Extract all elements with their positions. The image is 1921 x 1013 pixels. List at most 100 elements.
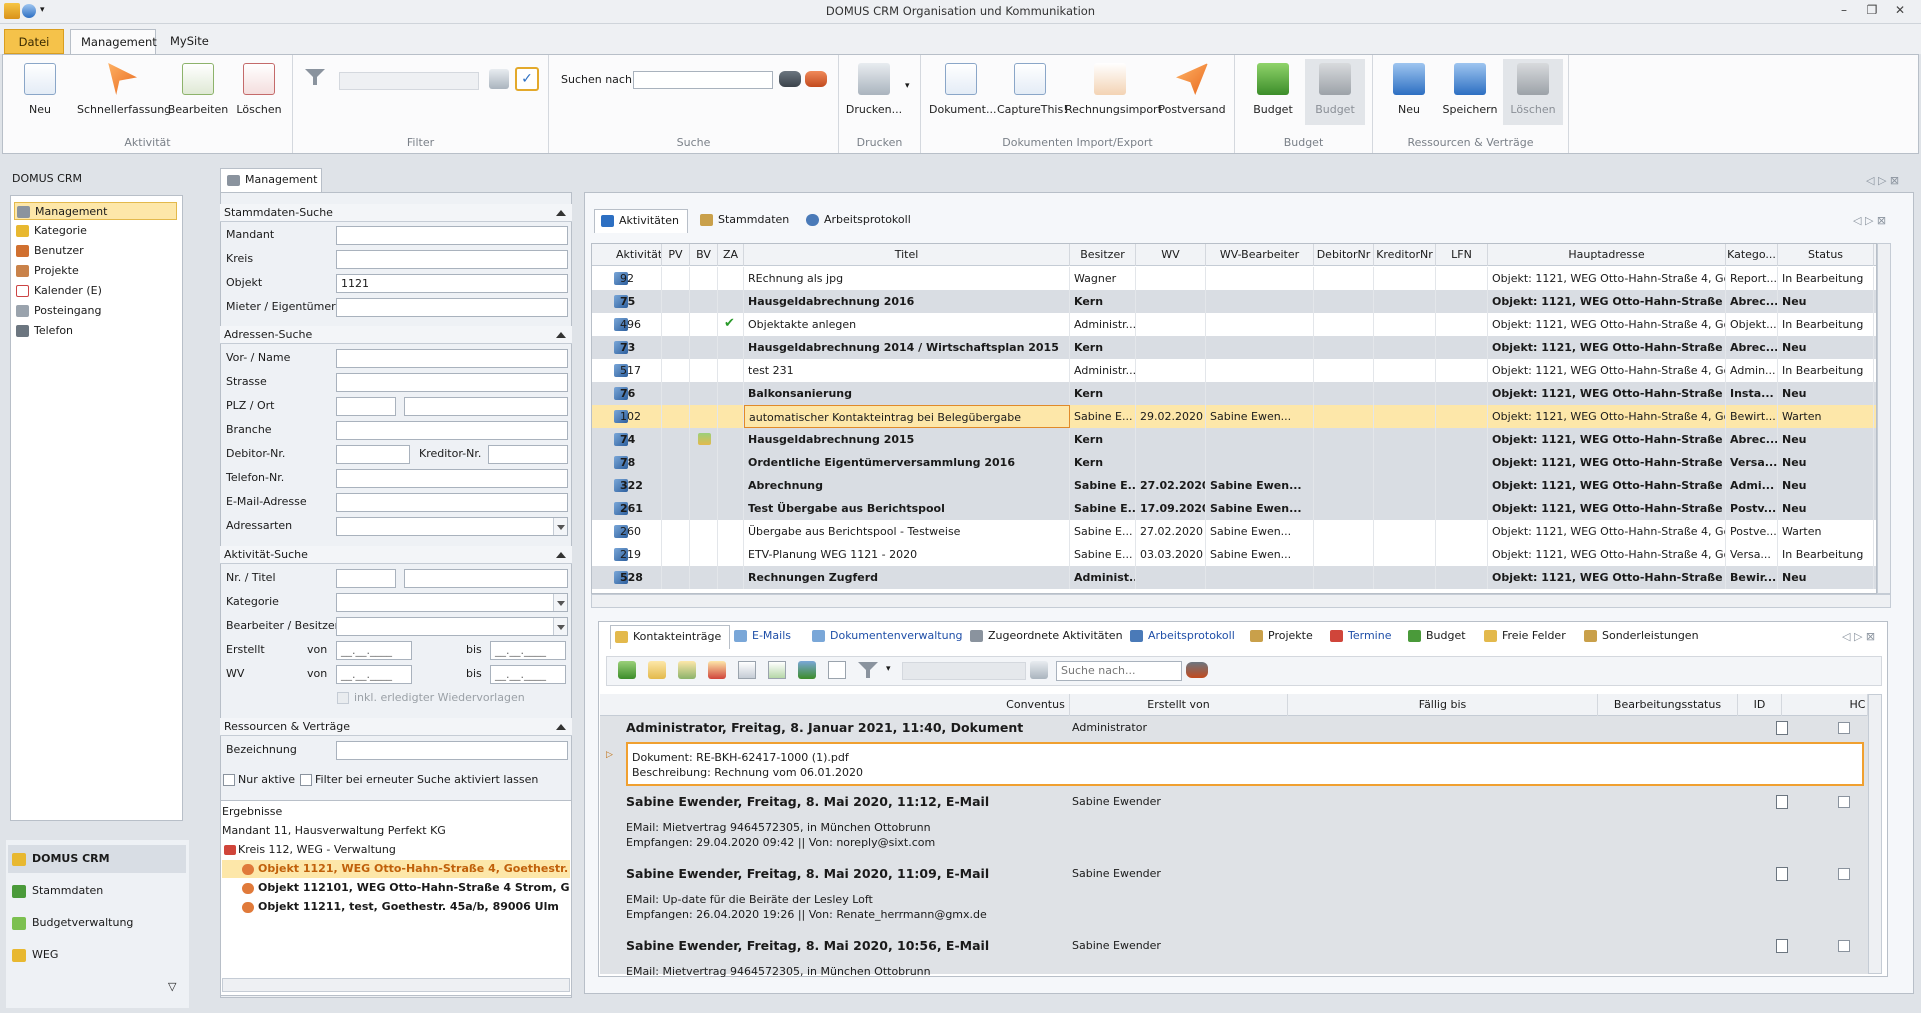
filter-keep-checkbox[interactable] bbox=[300, 774, 312, 786]
rechnungsimport-button[interactable]: Rechnungsimport bbox=[1065, 63, 1162, 116]
debitor-input[interactable] bbox=[336, 445, 410, 464]
kategorie-select[interactable] bbox=[336, 593, 568, 612]
result-mandant[interactable]: Mandant 11, Hausverwaltung Perfekt KG bbox=[222, 822, 570, 840]
results-horizontal-scrollbar[interactable] bbox=[222, 978, 570, 992]
add-contact-icon[interactable] bbox=[618, 661, 636, 679]
bottom-nav-stammdaten[interactable]: Stammdaten bbox=[8, 877, 186, 905]
note-icon[interactable] bbox=[648, 661, 666, 679]
document-icon[interactable] bbox=[1776, 867, 1788, 881]
hc-checkbox[interactable] bbox=[1838, 796, 1850, 808]
tab-management[interactable]: Management bbox=[70, 29, 157, 55]
edit-note-icon[interactable] bbox=[678, 661, 696, 679]
nur-aktive-checkbox[interactable] bbox=[223, 774, 235, 786]
ressource-loeschen-button[interactable]: Löschen bbox=[1503, 59, 1563, 125]
postversand-button[interactable]: Postversand bbox=[1157, 63, 1227, 116]
lower-search-icon[interactable] bbox=[1186, 662, 1208, 678]
kreis-input[interactable] bbox=[336, 250, 568, 269]
nav-expand-icon[interactable]: ▽ bbox=[168, 980, 176, 993]
maximize-button[interactable]: ❐ bbox=[1861, 3, 1883, 21]
section-adressen[interactable]: Adressen-Suche bbox=[220, 326, 572, 344]
column-header[interactable]: Katego... bbox=[1726, 244, 1778, 266]
print-dropdown-icon[interactable]: ▾ bbox=[905, 81, 910, 91]
neu-button[interactable]: Neu bbox=[11, 63, 69, 116]
tab-stammdaten[interactable]: Stammdaten bbox=[694, 209, 797, 233]
lower-tab[interactable]: Dokumentenverwaltung bbox=[808, 625, 971, 649]
export-icon[interactable] bbox=[768, 661, 786, 679]
search-input[interactable] bbox=[633, 71, 773, 89]
lower-column-header[interactable]: HC bbox=[1848, 694, 1868, 716]
section-ressourcen[interactable]: Ressourcen & Verträge bbox=[220, 718, 572, 736]
speichern-button[interactable]: Speichern bbox=[1439, 63, 1501, 116]
mieter-input[interactable] bbox=[336, 298, 568, 317]
column-header[interactable]: PV bbox=[662, 244, 690, 266]
grid-horizontal-scrollbar[interactable] bbox=[591, 594, 1891, 608]
tab-aktivitaeten[interactable]: Aktivitäten bbox=[594, 209, 688, 233]
ort-input[interactable] bbox=[404, 397, 568, 416]
filter-check-icon[interactable] bbox=[489, 69, 509, 89]
lower-tab[interactable]: Budget bbox=[1404, 625, 1474, 649]
mandant-input[interactable] bbox=[336, 226, 568, 245]
lower-filter-select[interactable] bbox=[902, 662, 1026, 680]
document-icon[interactable] bbox=[1776, 795, 1788, 809]
contact-entry[interactable]: Sabine Ewender, Freitag, 8. Mai 2020, 11… bbox=[600, 790, 1868, 862]
table-row[interactable]: 496 Objektakte anlegen Administr... Objekt:… bbox=[592, 313, 1876, 336]
hc-checkbox[interactable] bbox=[1838, 722, 1850, 734]
column-header[interactable]: DebitorNr bbox=[1314, 244, 1374, 266]
tab-mysite[interactable]: MySite bbox=[160, 29, 219, 54]
bearbeiter-select[interactable] bbox=[336, 617, 568, 636]
telefon-input[interactable] bbox=[336, 469, 568, 488]
contact-entry[interactable]: Sabine Ewender, Freitag, 8. Mai 2020, 11… bbox=[600, 862, 1868, 934]
column-header[interactable]: WV bbox=[1136, 244, 1206, 266]
table-row[interactable]: 528 Rechnungen Zugferd Administ... Objekt: … bbox=[592, 566, 1876, 589]
collapse-icon[interactable] bbox=[556, 724, 566, 730]
table-row[interactable]: 102 automatischer Kontakteintrag bei Bele… bbox=[592, 405, 1876, 428]
lower-filter-check-icon[interactable] bbox=[1030, 661, 1048, 679]
hc-checkbox[interactable] bbox=[1838, 868, 1850, 880]
kreditor-input[interactable] bbox=[488, 445, 568, 464]
section-aktivitaet[interactable]: Aktivität-Suche bbox=[220, 546, 572, 564]
bottom-nav-domus[interactable]: DOMUS CRM bbox=[8, 845, 186, 873]
objekt-input[interactable]: 1121 bbox=[336, 274, 568, 293]
bezeichnung-input[interactable] bbox=[336, 741, 568, 760]
budget-button[interactable]: Budget bbox=[1243, 63, 1303, 116]
result-kreis[interactable]: Kreis 112, WEG - Verwaltung bbox=[222, 841, 570, 859]
nav-item-benutzer[interactable]: Benutzer bbox=[14, 242, 177, 260]
erstellt-von-date[interactable]: __.__.____ bbox=[336, 641, 412, 660]
table-row[interactable]: 75 Hausgeldabrechnung 2016 Kern Objekt: 112… bbox=[592, 290, 1876, 313]
column-header[interactable]: ZA bbox=[718, 244, 744, 266]
tab-arbeitsprotokoll[interactable]: Arbeitsprotokoll bbox=[800, 209, 919, 233]
lower-column-header[interactable]: Erstellt von bbox=[1070, 694, 1288, 716]
document-icon[interactable] bbox=[1776, 721, 1788, 735]
lower-tab[interactable]: Projekte bbox=[1246, 625, 1321, 649]
result-objekt-11211[interactable]: Objekt 11211, test, Goethestr. 45a/b, 89… bbox=[222, 898, 570, 916]
column-header[interactable]: Status bbox=[1778, 244, 1874, 266]
capturethis-button[interactable]: CaptureThis! bbox=[997, 63, 1068, 116]
nav-item-telefon[interactable]: Telefon bbox=[14, 322, 177, 340]
contact-entry[interactable]: Sabine Ewender, Freitag, 8. Mai 2020, 10… bbox=[600, 934, 1868, 978]
email-input[interactable] bbox=[336, 493, 568, 512]
lower-column-header[interactable]: ID bbox=[1738, 694, 1782, 716]
copy-icon[interactable] bbox=[738, 661, 756, 679]
verify-icon[interactable] bbox=[798, 661, 816, 679]
lower-tab[interactable]: Sonderleistungen bbox=[1580, 625, 1707, 649]
budget-disabled-button[interactable]: Budget bbox=[1305, 59, 1365, 125]
filter-select[interactable] bbox=[339, 72, 479, 90]
chevron-down-icon[interactable] bbox=[553, 594, 567, 611]
nav-item-kalender[interactable]: Kalender (E) bbox=[14, 282, 177, 300]
column-header[interactable]: Hauptadresse bbox=[1488, 244, 1726, 266]
lower-column-header[interactable]: Conventus bbox=[1002, 694, 1070, 716]
dokument-button[interactable]: Dokument... bbox=[929, 63, 996, 116]
filter-apply-icon[interactable]: ✓ bbox=[515, 67, 539, 91]
table-row[interactable]: 260 Übergabe aus Berichtspool - Testweise… bbox=[592, 520, 1876, 543]
collapse-icon[interactable] bbox=[556, 210, 566, 216]
lower-tab[interactable]: Arbeitsprotokoll bbox=[1126, 625, 1243, 649]
table-row[interactable]: 92 REchnung als jpg Wagner Objekt: 1121, WE… bbox=[592, 267, 1876, 290]
tab-datei[interactable]: Datei bbox=[4, 29, 64, 54]
nav-item-posteingang[interactable]: Posteingang bbox=[14, 302, 177, 320]
panel-nav-arrows[interactable]: ◁ ▷ ⊠ bbox=[1866, 174, 1899, 187]
chevron-down-icon[interactable] bbox=[553, 518, 567, 535]
table-row[interactable]: 78 Ordentliche Eigentümerversammlung 2016… bbox=[592, 451, 1876, 474]
erstellt-bis-date[interactable]: __.__.____ bbox=[490, 641, 566, 660]
column-header[interactable]: Titel bbox=[744, 244, 1070, 266]
table-row[interactable]: 219 ETV-Planung WEG 1121 - 2020 Sabine E..… bbox=[592, 543, 1876, 566]
